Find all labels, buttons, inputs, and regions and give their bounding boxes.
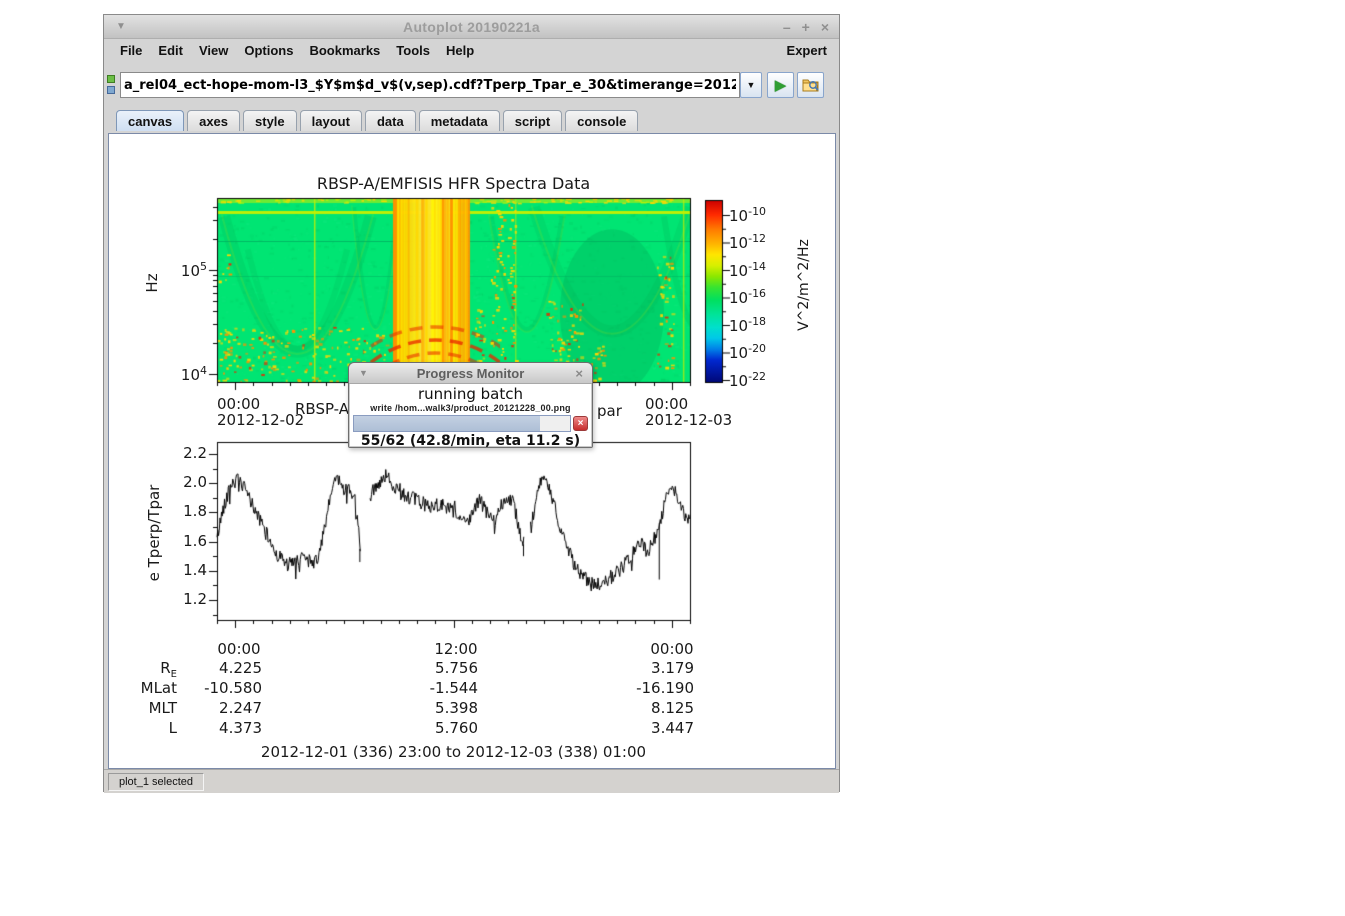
colorbar-axis-label: V^2/m^2/Hz xyxy=(796,220,812,350)
timeseries-ytick: 1.4 xyxy=(165,561,207,579)
table-cell: -16.190 xyxy=(584,679,694,697)
go-button[interactable]: ▶ xyxy=(767,72,794,98)
timeseries-ytick: 1.8 xyxy=(165,502,207,520)
colorbar-tick-label: 10-22 xyxy=(729,370,793,390)
tab-data[interactable]: data xyxy=(365,110,416,131)
progress-task-label: running batch xyxy=(349,385,592,403)
table-cell: 4.225 xyxy=(152,659,262,677)
table-cell: 8.125 xyxy=(584,699,694,717)
autoplot-window: ▼ Autoplot 20190221a – + × File Edit Vie… xyxy=(103,14,840,792)
spectrogram-xtick-left: 00:00 2012-12-02 xyxy=(217,396,304,428)
menu-tools[interactable]: Tools xyxy=(388,43,438,58)
timeseries-xtick: 00:00 xyxy=(637,640,707,658)
address-toolbar: ▼ ▶ xyxy=(104,61,839,109)
spectrogram-xtick-right: 00:00 2012-12-03 xyxy=(645,396,732,428)
table-cell: 2.247 xyxy=(152,699,262,717)
colorbar-tick-label: 10-12 xyxy=(729,232,793,252)
menu-view[interactable]: View xyxy=(191,43,236,58)
menu-bookmarks[interactable]: Bookmarks xyxy=(301,43,388,58)
status-bar: plot_1 selected xyxy=(104,769,839,793)
plot2-title-fragment-left: RBSP-A xyxy=(295,400,349,418)
spectrogram-y-axis-label: Hz xyxy=(143,248,161,318)
progress-fill xyxy=(354,416,540,431)
play-icon: ▶ xyxy=(775,76,787,94)
table-cell: 3.447 xyxy=(584,719,694,737)
datasource-blue-icon[interactable] xyxy=(107,86,115,94)
folder-search-icon xyxy=(802,77,820,93)
colorbar-tick-label: 10-18 xyxy=(729,315,793,335)
menu-file[interactable]: File xyxy=(112,43,150,58)
colorbar-tick-label: 10-14 xyxy=(729,260,793,280)
cancel-progress-button[interactable]: × xyxy=(573,416,588,431)
menu-edit[interactable]: Edit xyxy=(150,43,191,58)
timeseries-y-axis-label: e Tperp/Tpar xyxy=(145,453,163,613)
tab-canvas[interactable]: canvas xyxy=(116,110,184,131)
tab-script[interactable]: script xyxy=(503,110,562,131)
menu-bar: File Edit View Options Bookmarks Tools H… xyxy=(104,39,839,61)
uri-dropdown-button[interactable]: ▼ xyxy=(740,72,762,98)
spectrogram-ytick-1e4: 104 xyxy=(165,364,207,384)
tab-metadata[interactable]: metadata xyxy=(419,110,500,131)
minimize-icon[interactable]: – xyxy=(783,20,791,34)
table-cell: 3.179 xyxy=(584,659,694,677)
expert-mode-label[interactable]: Expert xyxy=(787,43,831,58)
spectrogram-ytick-1e5: 105 xyxy=(165,260,207,280)
close-icon[interactable]: × xyxy=(821,20,829,34)
status-message: plot_1 selected xyxy=(108,773,204,791)
timeseries-xtick: 00:00 xyxy=(204,640,274,658)
tab-console[interactable]: console xyxy=(565,110,638,131)
progress-dialog-titlebar[interactable]: ▼ Progress Monitor × xyxy=(349,363,592,384)
progress-bar xyxy=(353,415,571,432)
chevron-down-icon: ▼ xyxy=(747,80,756,90)
table-cell: 4.373 xyxy=(152,719,262,737)
spectrogram-title: RBSP-A/EMFISIS HFR Spectra Data xyxy=(217,174,690,193)
datasource-green-icon[interactable] xyxy=(107,75,115,83)
colorbar-tick-label: 10-16 xyxy=(729,287,793,307)
timeseries-ytick: 1.6 xyxy=(165,532,207,550)
tab-bar: canvas axes style layout data metadata s… xyxy=(104,109,839,131)
table-cell: 5.756 xyxy=(368,659,478,677)
menu-help[interactable]: Help xyxy=(438,43,482,58)
tab-layout[interactable]: layout xyxy=(300,110,362,131)
window-titlebar[interactable]: ▼ Autoplot 20190221a – + × xyxy=(104,15,839,39)
timerange-caption: 2012-12-01 (336) 23:00 to 2012-12-03 (33… xyxy=(217,743,690,761)
timeseries-xtick: 12:00 xyxy=(421,640,491,658)
timeseries-ytick: 2.2 xyxy=(165,444,207,462)
progress-monitor-dialog[interactable]: ▼ Progress Monitor × running batch write… xyxy=(348,362,593,448)
table-cell: -10.580 xyxy=(152,679,262,697)
tab-style[interactable]: style xyxy=(243,110,297,131)
plot2-title-fragment-right: par xyxy=(597,402,622,420)
uri-input[interactable] xyxy=(120,72,740,98)
tab-axes[interactable]: axes xyxy=(187,110,240,131)
table-cell: 5.398 xyxy=(368,699,478,717)
table-cell: -1.544 xyxy=(368,679,478,697)
datasource-type-icons xyxy=(107,75,117,97)
browse-button[interactable] xyxy=(797,72,824,98)
plot-canvas-panel[interactable]: RBSP-A/EMFISIS HFR Spectra Data Hz 105 1… xyxy=(108,133,836,769)
dialog-close-icon[interactable]: × xyxy=(575,366,583,381)
colorbar-tick-label: 10-20 xyxy=(729,342,793,362)
timeseries-ytick: 1.2 xyxy=(165,590,207,608)
progress-counter-label: 55/62 (42.8/min, eta 11.2 s) xyxy=(349,433,592,449)
progress-dialog-title: Progress Monitor xyxy=(349,366,592,381)
page-background: ▼ Autoplot 20190221a – + × File Edit Vie… xyxy=(0,0,1345,916)
timeseries-ytick: 2.0 xyxy=(165,473,207,491)
colorbar-tick-label: 10-10 xyxy=(729,205,793,225)
progress-detail-label: write /hom...walk3/product_20121228_00.p… xyxy=(349,403,592,413)
menu-options[interactable]: Options xyxy=(236,43,301,58)
window-title: Autoplot 20190221a xyxy=(104,19,839,35)
maximize-icon[interactable]: + xyxy=(802,20,810,34)
table-cell: 5.760 xyxy=(368,719,478,737)
